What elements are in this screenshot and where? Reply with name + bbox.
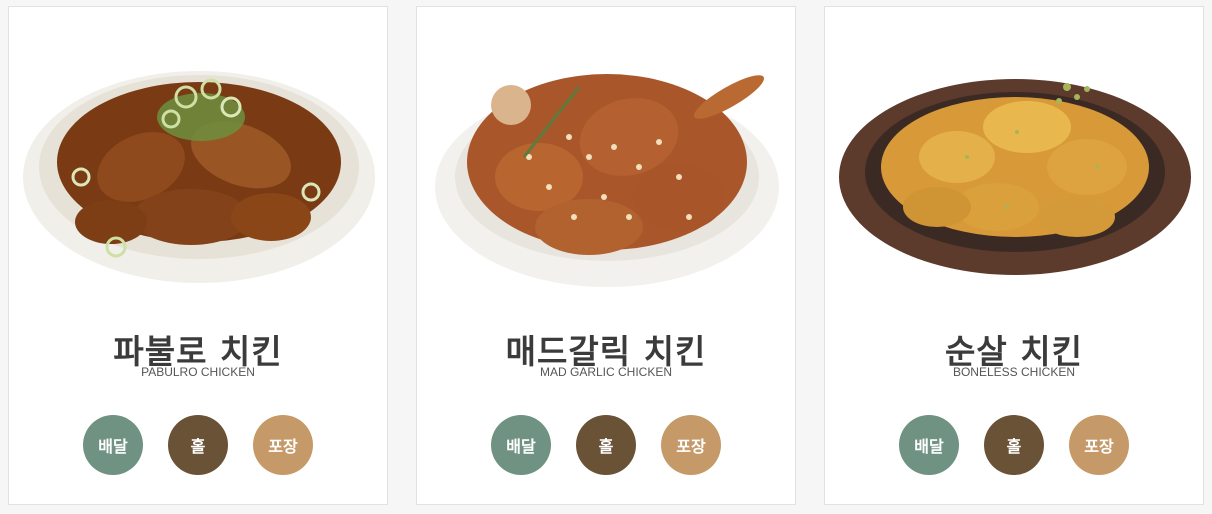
takeout-button[interactable]: 포장 — [661, 415, 721, 475]
hall-button[interactable]: 홀 — [984, 415, 1044, 475]
pabulro-plate — [23, 71, 375, 283]
menu-subtitle: MAD GARLIC CHICKEN — [539, 365, 673, 379]
order-options: 배달 홀 포장 — [825, 415, 1203, 475]
pabulro-chicken-image[interactable] — [21, 27, 377, 297]
boneless-plate — [839, 79, 1191, 275]
order-options: 배달 홀 포장 — [417, 415, 795, 475]
hall-button[interactable]: 홀 — [168, 415, 228, 475]
menu-grid: 파불로 치킨 PABULRO CHICKEN 배달 홀 포장 매드갈릭 치킨 M… — [0, 0, 1212, 514]
menu-subtitle: BONELESS CHICKEN — [952, 365, 1076, 379]
menu-card-boneless[interactable]: 순살 치킨 BONELESS CHICKEN 배달 홀 포장 — [824, 6, 1204, 505]
delivery-button[interactable]: 배달 — [491, 415, 551, 475]
hall-button[interactable]: 홀 — [576, 415, 636, 475]
takeout-button[interactable]: 포장 — [1069, 415, 1129, 475]
menu-card-pabulro[interactable]: 파불로 치킨 PABULRO CHICKEN 배달 홀 포장 — [8, 6, 388, 505]
mad-garlic-chicken-image[interactable] — [429, 27, 785, 297]
menu-subtitle: PABULRO CHICKEN — [141, 365, 255, 379]
menu-card-mad-garlic[interactable]: 매드갈릭 치킨 MAD GARLIC CHICKEN 배달 홀 포장 — [416, 6, 796, 505]
delivery-button[interactable]: 배달 — [83, 415, 143, 475]
delivery-button[interactable]: 배달 — [899, 415, 959, 475]
boneless-chicken-image[interactable] — [837, 27, 1193, 297]
mad-garlic-plate — [435, 74, 779, 287]
takeout-button[interactable]: 포장 — [253, 415, 313, 475]
order-options: 배달 홀 포장 — [9, 415, 387, 475]
